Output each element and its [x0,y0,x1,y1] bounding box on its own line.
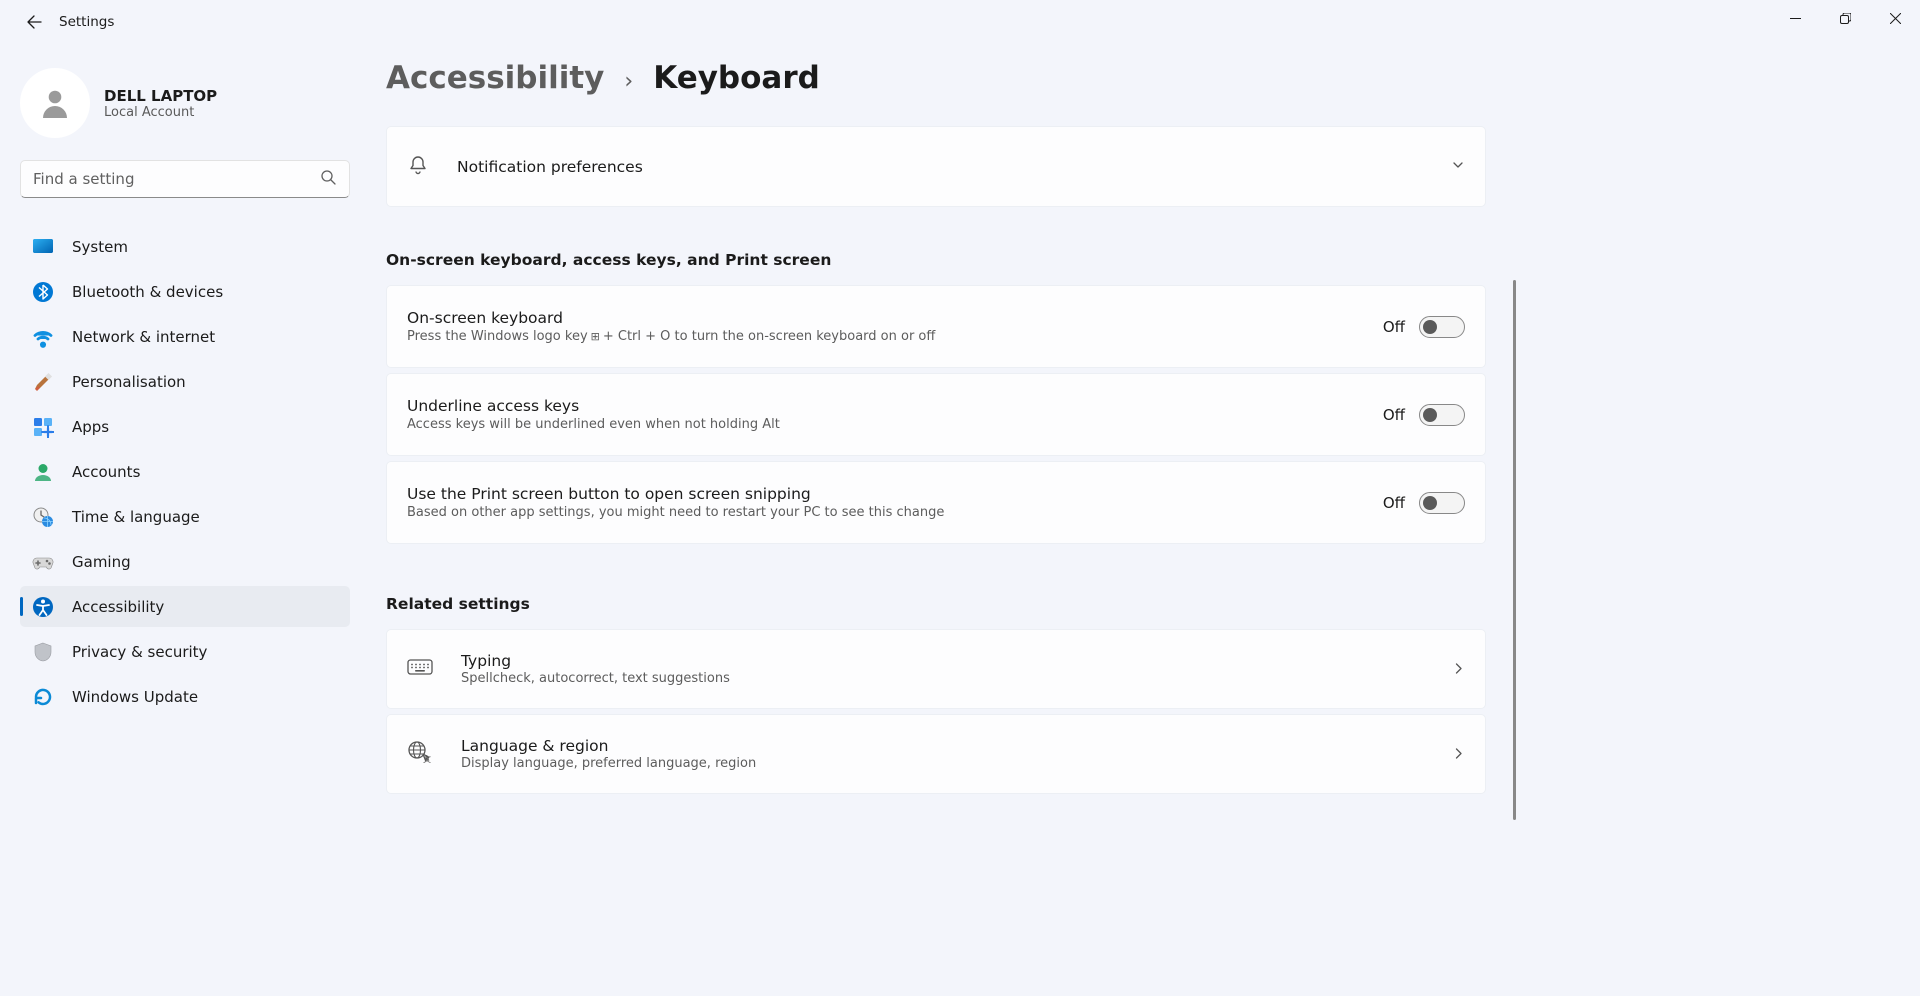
account-name: DELL LAPTOP [104,87,217,105]
accounts-icon [32,461,54,483]
toggle-print-screen-snipping: Use the Print screen button to open scre… [386,461,1486,544]
chevron-right-icon [1452,745,1465,764]
gamepad-icon [32,551,54,573]
nav-item-network[interactable]: Network & internet [20,316,350,357]
toggle-title: On-screen keyboard [407,309,1383,327]
back-arrow-icon [26,14,42,30]
section-header-onscreen: On-screen keyboard, access keys, and Pri… [386,251,1486,269]
toggle-state-label: Off [1383,406,1405,424]
toggle-subtitle: Access keys will be underlined even when… [407,417,1383,432]
avatar [20,68,90,138]
nav-label: Privacy & security [72,643,207,661]
globe-language-icon: 文 [407,740,433,768]
link-subtitle: Spellcheck, autocorrect, text suggestion… [461,671,1424,686]
breadcrumb-parent[interactable]: Accessibility [386,60,604,96]
shield-icon [32,641,54,663]
main-content: Accessibility › Keyboard Notification pr… [370,44,1920,996]
toggle-switch[interactable] [1419,316,1465,338]
system-icon [32,236,54,258]
nav-list: System Bluetooth & devices Network & int… [20,226,350,717]
accessibility-icon [32,596,54,618]
link-language-region[interactable]: 文 Language & region Display language, pr… [386,714,1486,794]
windows-logo-icon: ⊞ [591,330,600,343]
search-field[interactable] [20,160,350,198]
nav-item-accessibility[interactable]: Accessibility [20,586,350,627]
toggle-subtitle: Based on other app settings, you might n… [407,505,1383,520]
nav-item-gaming[interactable]: Gaming [20,541,350,582]
titlebar: Settings [0,0,1920,44]
nav-label: Windows Update [72,688,198,706]
close-icon [1890,13,1901,24]
nav-label: Apps [72,418,109,436]
svg-text:文: 文 [423,754,431,764]
scrollbar[interactable] [1512,280,1516,996]
expander-title: Notification preferences [457,158,643,176]
nav-label: Accessibility [72,598,164,616]
nav-item-update[interactable]: Windows Update [20,676,350,717]
toggle-underline-access-keys: Underline access keys Access keys will b… [386,373,1486,456]
nav-item-system[interactable]: System [20,226,350,267]
link-typing[interactable]: Typing Spellcheck, autocorrect, text sug… [386,629,1486,709]
clock-globe-icon [32,506,54,528]
section-header-related: Related settings [386,595,1486,613]
nav-label: Accounts [72,463,140,481]
nav-item-bluetooth[interactable]: Bluetooth & devices [20,271,350,312]
bell-icon [407,154,429,180]
chevron-right-icon [1452,660,1465,679]
minimize-button[interactable] [1770,0,1820,36]
maximize-icon [1840,13,1851,24]
nav-item-apps[interactable]: Apps [20,406,350,447]
close-button[interactable] [1870,0,1920,36]
toggle-switch[interactable] [1419,404,1465,426]
nav-label: Personalisation [72,373,186,391]
nav-item-accounts[interactable]: Accounts [20,451,350,492]
account-type: Local Account [104,105,217,120]
window-controls [1770,0,1920,44]
toggle-subtitle: Press the Windows logo key ⊞ + Ctrl + O … [407,329,1383,344]
notification-preferences-expander[interactable]: Notification preferences [386,126,1486,207]
account-block[interactable]: DELL LAPTOP Local Account [20,64,350,160]
keyboard-icon [407,657,433,681]
nav-label: Gaming [72,553,131,571]
person-icon [37,85,73,121]
paintbrush-icon [32,371,54,393]
bluetooth-icon [32,281,54,303]
link-title: Language & region [461,737,1424,755]
toggle-title: Underline access keys [407,397,1383,415]
scrollbar-thumb[interactable] [1513,280,1516,820]
nav-label: Time & language [72,508,200,526]
search-icon [320,169,336,189]
breadcrumb: Accessibility › Keyboard [386,60,1486,96]
search-input[interactable] [20,160,350,198]
toggle-title: Use the Print screen button to open scre… [407,485,1383,503]
maximize-button[interactable] [1820,0,1870,36]
back-button[interactable] [19,7,49,37]
toggle-onscreen-keyboard: On-screen keyboard Press the Windows log… [386,285,1486,368]
nav-label: Bluetooth & devices [72,283,223,301]
breadcrumb-current: Keyboard [653,60,820,96]
link-title: Typing [461,652,1424,670]
nav-item-time[interactable]: Time & language [20,496,350,537]
chevron-down-icon [1451,157,1465,176]
nav-label: Network & internet [72,328,215,346]
apps-icon [32,416,54,438]
sidebar: DELL LAPTOP Local Account System Bluetoo… [0,44,370,996]
wifi-icon [32,326,54,348]
toggle-state-label: Off [1383,318,1405,336]
link-subtitle: Display language, preferred language, re… [461,756,1424,771]
update-icon [32,686,54,708]
nav-item-personalisation[interactable]: Personalisation [20,361,350,402]
minimize-icon [1790,13,1801,24]
toggle-state-label: Off [1383,494,1405,512]
toggle-switch[interactable] [1419,492,1465,514]
nav-item-privacy[interactable]: Privacy & security [20,631,350,672]
nav-label: System [72,238,128,256]
chevron-right-icon: › [624,69,633,94]
app-title: Settings [59,14,114,30]
